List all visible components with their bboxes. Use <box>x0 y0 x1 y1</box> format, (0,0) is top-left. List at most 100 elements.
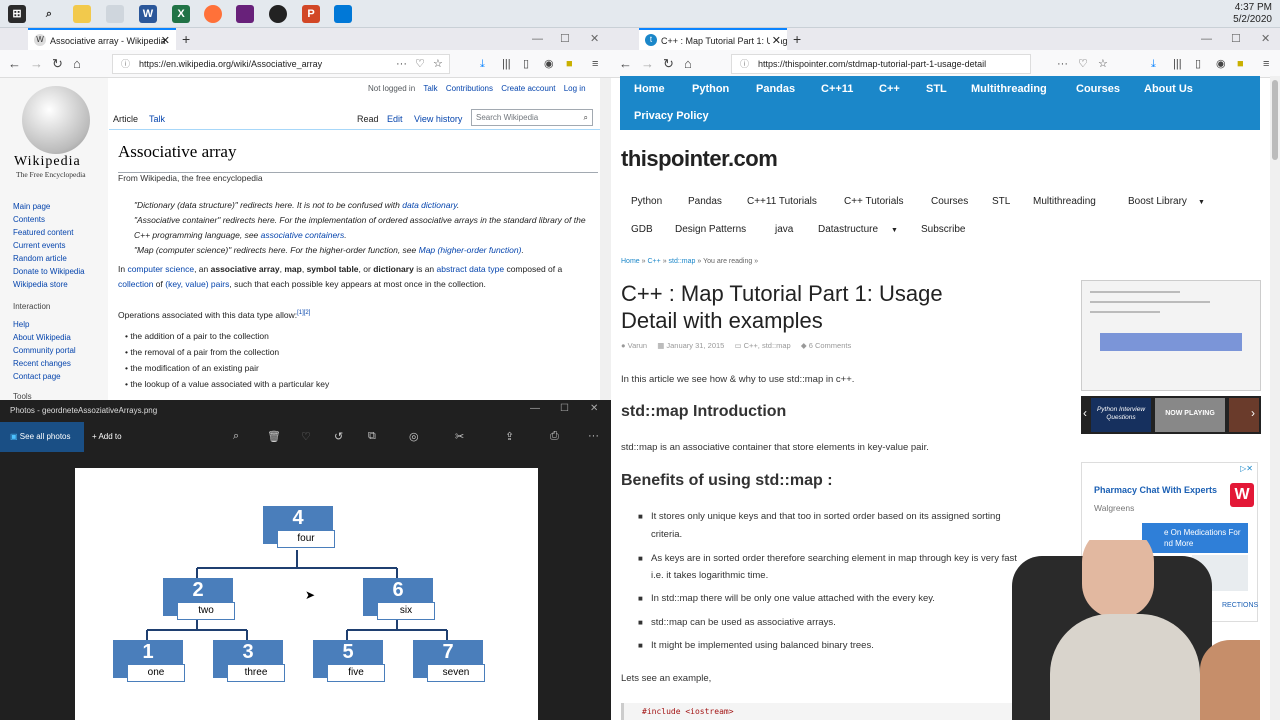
excel-icon[interactable]: X <box>172 5 190 23</box>
data-dictionary-link[interactable]: data dictionary <box>402 200 457 210</box>
site-logo[interactable]: thispointer.com <box>621 146 778 172</box>
new-tab-icon[interactable]: + <box>182 28 190 50</box>
nav-multithreading[interactable]: Multithreading <box>971 83 1047 95</box>
nav-stl[interactable]: STL <box>926 83 947 95</box>
sidebar-interaction-link-2[interactable]: Community portal <box>0 344 108 357</box>
window-close-icon[interactable]: ✕ <box>1261 28 1270 50</box>
breadcrumb-cpp[interactable]: C++ <box>648 258 661 265</box>
edit-icon[interactable]: ✂ <box>455 430 464 443</box>
sidebar-link-1[interactable]: Contents <box>0 213 108 226</box>
menu-stl[interactable]: STL <box>992 196 1010 207</box>
sidebar-interaction-link-3[interactable]: Recent changes <box>0 357 108 370</box>
window-close-icon[interactable]: ✕ <box>590 28 599 50</box>
favorite-icon[interactable]: ♡ <box>301 430 311 443</box>
more-icon[interactable]: ··· <box>396 55 407 73</box>
account-icon[interactable]: ◉ <box>544 55 554 73</box>
sidebar-link-2[interactable]: Featured content <box>0 226 108 239</box>
maximize-icon[interactable]: ☐ <box>560 28 570 50</box>
close-icon[interactable]: ✕ <box>161 30 170 50</box>
firefox-icon[interactable] <box>204 5 222 23</box>
powerpoint-icon[interactable]: P <box>302 5 320 23</box>
create-account-link[interactable]: Create account <box>501 84 555 93</box>
breadcrumb-home[interactable]: Home <box>621 258 640 265</box>
tab-view-history[interactable]: View history <box>414 114 462 124</box>
reload-icon[interactable]: ↻ <box>663 55 674 73</box>
close-icon[interactable]: ✕ <box>769 30 781 50</box>
crop-icon[interactable]: ⧉ <box>368 430 376 443</box>
menu-icon[interactable]: ≡ <box>1263 55 1269 73</box>
search-icon[interactable]: ⌕ <box>584 110 588 125</box>
left-scrollbar[interactable] <box>600 78 611 400</box>
chevron-left-icon[interactable]: ‹ <box>1083 406 1087 420</box>
minimize-icon[interactable]: — <box>532 28 543 50</box>
post-author[interactable]: Varun <box>628 341 647 350</box>
menu-subscribe[interactable]: Subscribe <box>921 224 965 235</box>
bookmark-star-icon[interactable]: ☆ <box>433 55 443 73</box>
tab-article[interactable]: Article <box>113 114 138 124</box>
photos-icon[interactable] <box>334 5 352 23</box>
nav-about-us[interactable]: About Us <box>1144 83 1193 95</box>
rotate-icon[interactable]: ↺ <box>334 430 343 443</box>
delete-icon[interactable]: 🗑 <box>267 430 281 443</box>
sidebar-link-4[interactable]: Random article <box>0 252 108 265</box>
pocket-icon[interactable]: ♡ <box>415 55 425 73</box>
wiki-search-input[interactable]: Search Wikipedia ⌕ <box>471 109 593 126</box>
add-to-button[interactable]: + Add to <box>92 422 122 452</box>
menu-datastructure[interactable]: Datastructure <box>818 224 878 235</box>
nav-courses[interactable]: Courses <box>1076 83 1120 95</box>
menu-python[interactable]: Python <box>631 196 662 207</box>
new-tab-icon[interactable]: + <box>793 28 801 50</box>
home-icon[interactable]: ⌂ <box>684 55 692 73</box>
extension-icon[interactable]: ■ <box>1237 55 1244 73</box>
enhance-icon[interactable]: ◎ <box>409 430 419 443</box>
post-comments[interactable]: 6 Comments <box>809 341 852 350</box>
left-tab-wikipedia[interactable]: W Associative array - Wikipedia ✕ <box>28 28 176 50</box>
minimize-icon[interactable]: — <box>530 403 540 414</box>
sidebar-link-0[interactable]: Main page <box>0 200 108 213</box>
menu-cpp11-tutorials[interactable]: C++11 Tutorials <box>747 196 817 207</box>
key-value-pairs-link[interactable]: (key, value) pairs <box>165 279 229 289</box>
associative-containers-link[interactable]: associative containers <box>261 230 345 240</box>
ad-choices-icon[interactable]: ▷✕ <box>1240 464 1253 473</box>
zoom-icon[interactable]: ⌕ <box>233 430 239 443</box>
sidebar-icon[interactable]: ▯ <box>1195 55 1201 73</box>
menu-pandas[interactable]: Pandas <box>688 196 722 207</box>
print-icon[interactable]: ⎙ <box>550 430 559 443</box>
tab-read[interactable]: Read <box>357 114 379 124</box>
window-close-icon[interactable]: ✕ <box>590 403 598 414</box>
ad-title[interactable]: Pharmacy Chat With Experts <box>1094 485 1217 495</box>
breadcrumb-stdmap[interactable]: std::map <box>669 258 696 265</box>
nav-python[interactable]: Python <box>692 83 729 95</box>
video-preview[interactable] <box>1081 280 1261 391</box>
sidebar-link-3[interactable]: Current events <box>0 239 108 252</box>
video-thumb-2[interactable]: NOW PLAYING <box>1155 398 1225 432</box>
maximize-icon[interactable]: ☐ <box>560 403 569 414</box>
forward-icon[interactable]: → <box>30 55 43 73</box>
nav-privacy-policy[interactable]: Privacy Policy <box>634 110 709 122</box>
download-icon[interactable]: ⤓ <box>480 55 485 73</box>
chevron-right-icon[interactable]: › <box>1251 406 1255 420</box>
sidebar-interaction-link-0[interactable]: Help <box>0 318 108 331</box>
collection-link[interactable]: collection <box>118 279 153 289</box>
pocket-icon[interactable]: ♡ <box>1078 55 1088 73</box>
menu-boost-library[interactable]: Boost Library <box>1128 196 1187 207</box>
tab-talk[interactable]: Talk <box>149 114 165 124</box>
maximize-icon[interactable]: ☐ <box>1231 28 1241 50</box>
nav-home[interactable]: Home <box>634 83 665 95</box>
nav-pandas[interactable]: Pandas <box>756 83 795 95</box>
reload-icon[interactable]: ↻ <box>52 55 63 73</box>
extension-icon[interactable]: ■ <box>566 55 573 73</box>
minimize-icon[interactable]: — <box>1201 28 1212 50</box>
abstract-data-type-link[interactable]: abstract data type <box>437 264 505 274</box>
sidebar-interaction-link-4[interactable]: Contact page <box>0 370 108 383</box>
right-scrollbar[interactable] <box>1270 76 1280 720</box>
library-icon[interactable]: ||| <box>502 55 511 73</box>
sidebar-link-6[interactable]: Wikipedia store <box>0 278 108 291</box>
post-categories[interactable]: C++, std::map <box>744 341 791 350</box>
video-thumb-1[interactable]: Python Interview Questions <box>1091 398 1151 432</box>
talk-link[interactable]: Talk <box>423 84 437 93</box>
right-tab-thispointer[interactable]: t C++ : Map Tutorial Part 1: Usag ✕ <box>639 28 787 50</box>
download-icon[interactable]: ⤓ <box>1151 55 1156 73</box>
nav-cpp[interactable]: C++ <box>879 83 900 95</box>
sidebar-link-5[interactable]: Donate to Wikipedia <box>0 265 108 278</box>
